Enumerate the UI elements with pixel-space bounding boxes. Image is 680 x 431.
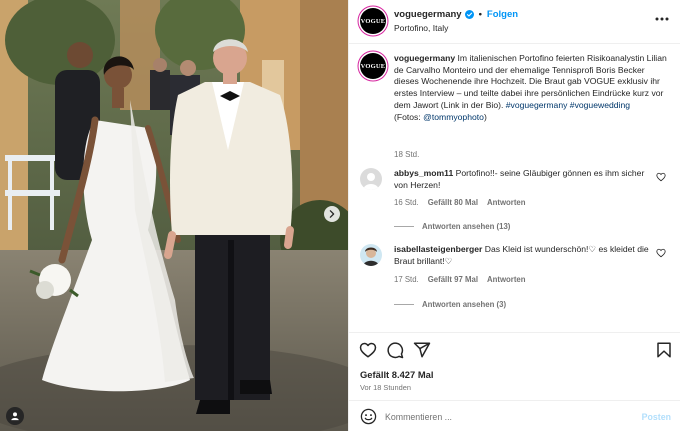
photo-credit-prefix: (Fotos: [394, 111, 424, 122]
bookmark-icon[interactable] [655, 341, 673, 359]
comment-likes[interactable]: Gefällt 80 Mal [428, 198, 478, 207]
add-comment-bar: Posten [349, 400, 680, 431]
hashtag-voguegermany[interactable]: #voguegermany [506, 100, 568, 110]
comment-time[interactable]: 17 Std. [394, 275, 419, 284]
comment-heart-icon[interactable] [656, 172, 666, 182]
view-replies-button[interactable]: Antworten ansehen (13) [394, 222, 510, 231]
header-username-row: voguegermany • Folgen [394, 9, 518, 20]
caption-timestamp[interactable]: 18 Std. [394, 150, 419, 159]
likes-count[interactable]: Gefällt 8.427 Mal [360, 369, 433, 380]
heart-icon[interactable] [359, 341, 377, 359]
comment-reply-button[interactable]: Antworten [487, 275, 526, 284]
comments-section[interactable]: VOGUE voguegermany Im italienischen Port… [349, 45, 680, 332]
user-tag-icon [11, 412, 19, 421]
view-replies-button[interactable]: Antworten ansehen (3) [394, 300, 506, 309]
wedding-photo-illustration [0, 0, 348, 431]
comment-input[interactable] [385, 407, 625, 427]
separator-dot: • [478, 9, 482, 20]
post-comment-button[interactable]: Posten [642, 412, 671, 422]
replies-divider-line [394, 304, 414, 305]
caption-avatar[interactable]: VOGUE [360, 53, 386, 79]
comment-icon[interactable] [386, 341, 404, 359]
caption-username[interactable]: voguegermany [394, 53, 455, 63]
comment-avatar[interactable] [360, 168, 382, 190]
post-photo[interactable] [0, 0, 348, 431]
comment-username[interactable]: abbys_mom11 [394, 168, 453, 178]
follow-button[interactable]: Folgen [487, 9, 518, 20]
verified-badge-icon [464, 10, 474, 19]
comment-time[interactable]: 16 Std. [394, 198, 419, 207]
post-age[interactable]: Vor 18 Stunden [360, 383, 411, 392]
user-photo-avatar [360, 244, 382, 266]
comment-meta: 16 Std. Gefällt 80 Mal Antworten [394, 198, 526, 207]
view-replies-label: Antworten ansehen (3) [422, 300, 507, 309]
comment-avatar[interactable] [360, 244, 382, 266]
chevron-right-icon [329, 210, 335, 218]
post-header: VOGUE voguegermany • Folgen Portofino, I… [349, 0, 680, 44]
tagged-users-button[interactable] [6, 407, 24, 425]
next-photo-button[interactable] [324, 206, 340, 222]
comment-likes[interactable]: Gefällt 97 Mal [428, 275, 478, 284]
header-username[interactable]: voguegermany [394, 9, 462, 20]
replies-divider-line [394, 226, 414, 227]
comment-username[interactable]: isabellasteigenberger [394, 244, 482, 254]
post-actions: Gefällt 8.427 Mal Vor 18 Stunden Posten [349, 332, 680, 431]
photo-credit-handle[interactable]: @tommyophoto [423, 112, 484, 122]
more-options-icon [655, 17, 669, 21]
comment-reply-button[interactable]: Antworten [487, 198, 526, 207]
post-detail-panel: VOGUE voguegermany • Folgen Portofino, I… [348, 0, 680, 431]
comment-heart-icon[interactable] [656, 248, 666, 258]
comment-meta: 17 Std. Gefällt 97 Mal Antworten [394, 275, 526, 284]
view-replies-label: Antworten ansehen (13) [422, 222, 511, 231]
photo-credit-suffix: ) [483, 111, 487, 122]
caption-text-block: voguegermany Im italienischen Portofino … [394, 53, 669, 123]
emoji-icon[interactable] [360, 408, 377, 425]
share-icon[interactable] [413, 341, 431, 359]
account-avatar[interactable]: VOGUE [360, 8, 386, 34]
default-avatar-icon [360, 168, 382, 190]
post-location[interactable]: Portofino, Italy [394, 23, 448, 33]
hashtag-voguewedding[interactable]: #voguewedding [570, 100, 630, 110]
comment-text-block: isabellasteigenberger Das Kleid ist wund… [394, 244, 654, 267]
more-options-button[interactable] [653, 12, 671, 26]
comment-text-block: abbys_mom11 Portofino!!- seine Gläubiger… [394, 168, 654, 191]
